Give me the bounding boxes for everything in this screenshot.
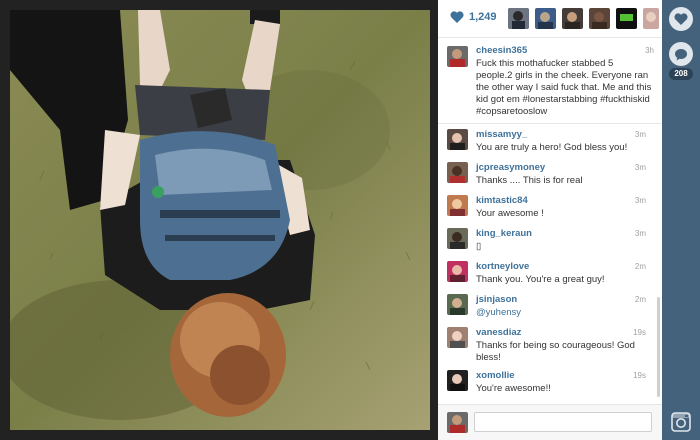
- likes-count[interactable]: 1,249: [450, 11, 497, 23]
- comment-username[interactable]: missamyy_: [476, 129, 527, 140]
- comment-text: ▯: [476, 241, 482, 252]
- comment-username[interactable]: kimtastic84: [476, 195, 528, 206]
- comment-text: Thank you. You're a great guy!: [476, 274, 605, 285]
- comment-text: You are truly a hero! God bless you!: [476, 142, 628, 153]
- comment-button[interactable]: [669, 42, 693, 66]
- comment-avatar[interactable]: [447, 162, 468, 183]
- comment-time: 3m: [634, 130, 646, 139]
- comment-avatar[interactable]: [447, 228, 468, 249]
- comment-input[interactable]: [474, 412, 652, 432]
- comment-avatar[interactable]: [447, 261, 468, 282]
- comment-username[interactable]: king_keraun: [476, 228, 532, 239]
- post-panel: 1,249 cheesin365 3h Fuck this mothafucke…: [438, 0, 662, 440]
- speech-bubble-icon: [675, 48, 687, 60]
- post-photo[interactable]: [10, 10, 430, 430]
- comment-scrollbar[interactable]: [657, 297, 660, 397]
- liker-avatar[interactable]: [589, 8, 610, 29]
- comment-username[interactable]: xomollie: [476, 370, 515, 381]
- comment-time: 2m: [634, 262, 646, 271]
- likes-bar: 1,249: [438, 0, 662, 38]
- comment-list[interactable]: missamyy_ 3m You are truly a hero! God b…: [438, 124, 662, 404]
- photo-area: [0, 0, 438, 440]
- comment-avatar[interactable]: [447, 327, 468, 348]
- heart-icon: [674, 13, 688, 25]
- caption-username[interactable]: cheesin365: [476, 45, 527, 56]
- comment-avatar[interactable]: [447, 129, 468, 150]
- liker-avatar[interactable]: [616, 8, 637, 29]
- comment-count-badge: 208: [669, 68, 693, 80]
- comment-text: Your awesome !: [476, 208, 544, 219]
- action-rail: 208: [662, 0, 700, 440]
- caption-time: 3h: [645, 46, 654, 55]
- caption-text: Fuck this mothafucker stabbed 5 people.2…: [476, 58, 652, 117]
- comment-username[interactable]: jsinjason: [476, 294, 517, 305]
- comment-avatar[interactable]: [447, 370, 468, 391]
- heart-icon: [450, 11, 464, 23]
- caption-avatar[interactable]: [447, 46, 468, 67]
- comment-time: 3m: [634, 229, 646, 238]
- liker-avatar[interactable]: [562, 8, 583, 29]
- comment-time: 3m: [634, 163, 646, 172]
- comment-avatar[interactable]: [447, 195, 468, 216]
- comment-time: 2m: [634, 295, 646, 304]
- liker-avatar[interactable]: [535, 8, 556, 29]
- post-caption: cheesin365 3h Fuck this mothafucker stab…: [438, 38, 662, 124]
- comment-time: 19s: [633, 371, 646, 380]
- comment-avatar[interactable]: [447, 294, 468, 315]
- liker-avatar[interactable]: [508, 8, 529, 29]
- comment-username[interactable]: kortneylove: [476, 261, 529, 272]
- current-user-avatar: [447, 412, 468, 433]
- comment-text: Thanks for being so courageous! God bles…: [476, 340, 635, 363]
- comment-time: 19s: [633, 328, 646, 337]
- comment-time: 3m: [634, 196, 646, 205]
- likes-count-text: 1,249: [469, 11, 497, 23]
- liker-avatar[interactable]: [643, 8, 659, 29]
- instagram-camera-icon[interactable]: [671, 412, 691, 437]
- photo-image: [10, 10, 430, 430]
- comment-username[interactable]: jcpreasymoney: [476, 162, 545, 173]
- comment-text: You're awesome!!: [476, 383, 551, 394]
- like-button[interactable]: [669, 7, 693, 31]
- comment-username[interactable]: vanesdiaz: [476, 327, 521, 338]
- comment-mention[interactable]: @yuhensy: [476, 307, 652, 319]
- comment-text: Thanks .... This is for real: [476, 175, 583, 186]
- comment-bar: [438, 404, 662, 440]
